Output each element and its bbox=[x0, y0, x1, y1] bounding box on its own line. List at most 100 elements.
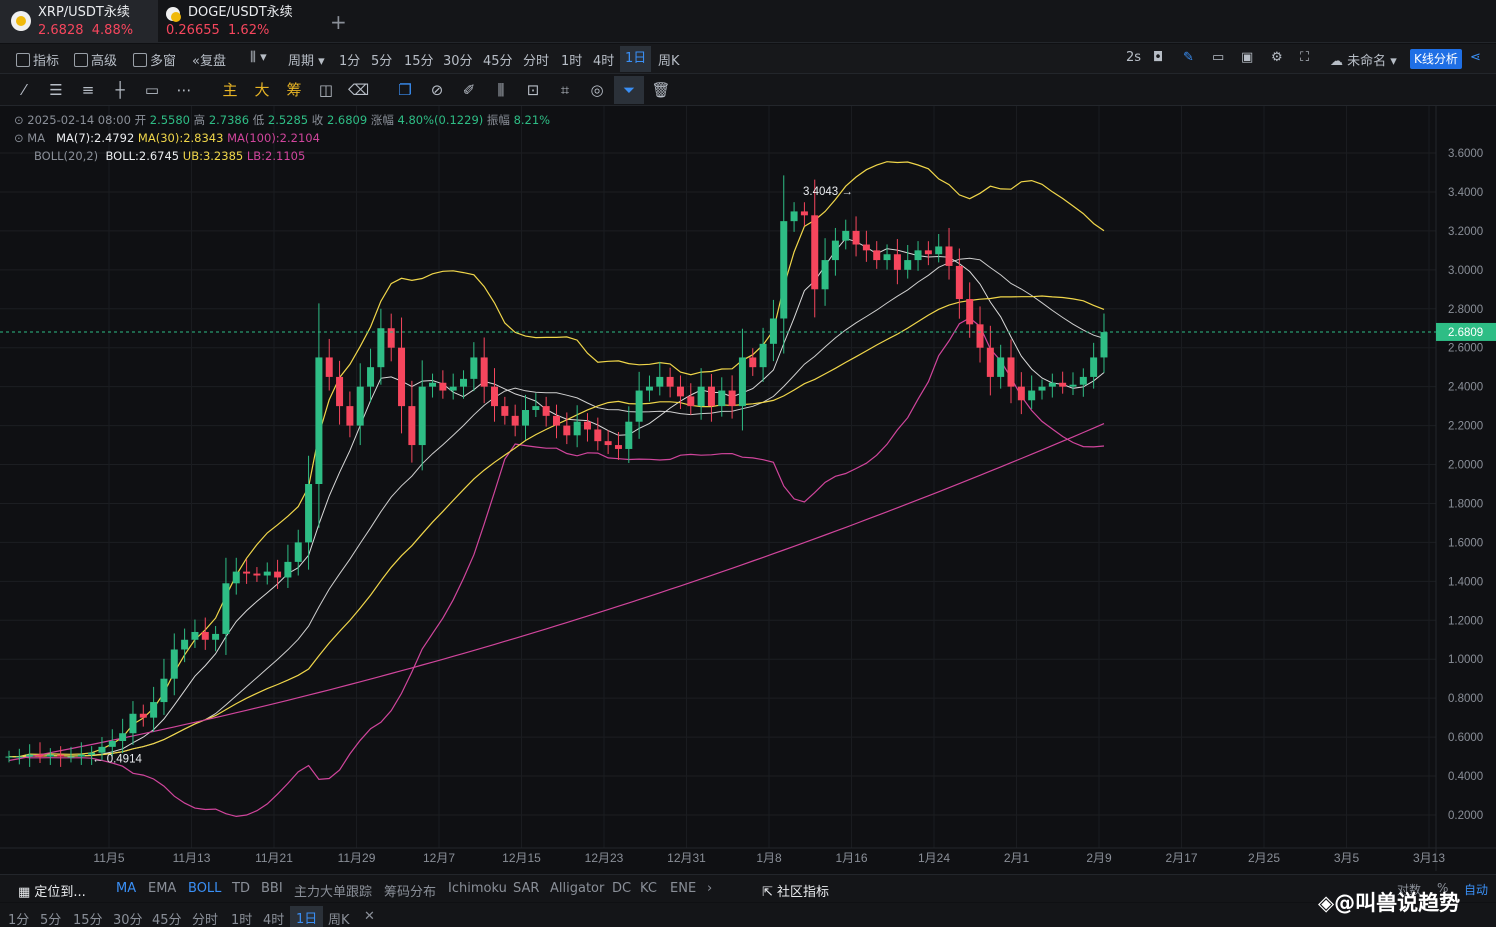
eraser-icon[interactable]: ⌫ bbox=[348, 80, 369, 100]
range-week[interactable]: 周K bbox=[328, 909, 350, 927]
interval-5m[interactable]: 5分 bbox=[371, 50, 392, 69]
copy-icon[interactable]: ❐ bbox=[395, 80, 415, 100]
parallel-lines-icon[interactable]: ☰ bbox=[46, 80, 66, 100]
candle-body bbox=[594, 429, 602, 442]
interval-timeshare[interactable]: 分时 bbox=[523, 50, 549, 69]
tab-xrp[interactable]: XRP/USDT永续 2.6828 4.88% bbox=[0, 0, 158, 43]
interval-1m[interactable]: 1分 bbox=[339, 50, 360, 69]
trendline-icon[interactable]: ⁄ bbox=[14, 80, 34, 100]
period-dropdown[interactable]: 周期 ▾ bbox=[288, 50, 325, 69]
layout-dropdown[interactable]: ☁ 未命名 ▾ bbox=[1330, 50, 1397, 69]
filter-icon[interactable]: ⏷ bbox=[614, 76, 644, 104]
advanced-button[interactable]: 高级 bbox=[74, 50, 117, 69]
candle-body bbox=[1017, 386, 1025, 401]
range-45m[interactable]: 45分 bbox=[152, 909, 182, 927]
interval-15m[interactable]: 15分 bbox=[404, 50, 434, 69]
auto-toggle[interactable]: 自动 bbox=[1464, 881, 1488, 898]
candle-body bbox=[1100, 332, 1108, 358]
ma-label: MA bbox=[27, 131, 46, 145]
replay-button[interactable]: «复盘 bbox=[192, 50, 226, 69]
ind-ema[interactable]: EMA bbox=[148, 881, 176, 896]
range-5m[interactable]: 5分 bbox=[40, 909, 61, 927]
candle-body bbox=[150, 702, 158, 718]
kline-chart[interactable]: 3.6000 3.4000 3.2000 3.0000 2.8000 2.6000 2.40… bbox=[0, 106, 1496, 871]
main-force-button[interactable]: 主 bbox=[220, 80, 240, 100]
watermark: ◈@叫兽说趋势 bbox=[1318, 891, 1461, 915]
save-icon[interactable]: ▣ bbox=[1241, 50, 1253, 65]
candle-body bbox=[914, 250, 922, 261]
candle-body bbox=[831, 240, 839, 261]
ind-sar[interactable]: SAR bbox=[513, 881, 539, 896]
camera-icon[interactable]: ◘ bbox=[1153, 50, 1163, 65]
magnet-icon[interactable]: ◎ bbox=[587, 80, 607, 100]
ma-toggle-icon[interactable]: ⊙ bbox=[14, 131, 24, 145]
add-tab-icon[interactable]: + bbox=[330, 10, 347, 34]
interval-4h[interactable]: 4时 bbox=[593, 50, 614, 69]
refresh-rate[interactable]: 2s bbox=[1126, 50, 1141, 65]
range-15m[interactable]: 15分 bbox=[73, 909, 103, 927]
ind-ma[interactable]: MA bbox=[116, 881, 136, 896]
trash-icon[interactable]: 🗑 bbox=[651, 80, 671, 100]
candle-body bbox=[1079, 376, 1087, 385]
horizontal-line-icon[interactable]: ┼ bbox=[110, 80, 130, 100]
chevron-right-icon[interactable]: › bbox=[707, 881, 712, 896]
candle-body bbox=[749, 357, 757, 368]
range-1h[interactable]: 1时 bbox=[231, 909, 252, 927]
ind-kc[interactable]: KC bbox=[640, 881, 657, 896]
pattern-icon[interactable]: ◫ bbox=[316, 80, 336, 100]
community-indicator-button[interactable]: ⇱ 社区指标 bbox=[762, 881, 829, 900]
ind-bbi[interactable]: BBI bbox=[261, 881, 283, 896]
interval-45m[interactable]: 45分 bbox=[483, 50, 513, 69]
ind-td[interactable]: TD bbox=[232, 881, 250, 896]
interval-30m[interactable]: 30分 bbox=[443, 50, 473, 69]
candle-body bbox=[986, 347, 994, 377]
candles-icon[interactable]: ⫼ bbox=[491, 80, 511, 100]
candle-body bbox=[780, 221, 788, 319]
interval-1d[interactable]: 1日 bbox=[620, 46, 652, 72]
chart-type-button[interactable]: ⫼ ▾ bbox=[250, 50, 267, 65]
collapse-icon[interactable]: ⊙ bbox=[14, 113, 24, 127]
range-4h[interactable]: 4时 bbox=[263, 909, 284, 927]
settings-icon[interactable]: ⚙ bbox=[1271, 50, 1283, 65]
rectangle-icon[interactable]: ▭ bbox=[142, 80, 162, 100]
amplitude-value: 8.21% bbox=[513, 113, 551, 127]
ind-ene[interactable]: ENE bbox=[670, 881, 696, 896]
share-icon[interactable]: ⋖ bbox=[1470, 50, 1481, 65]
xrp-coin-icon bbox=[11, 11, 31, 31]
tab-change: 1.62% bbox=[228, 23, 270, 38]
ind-boll[interactable]: BOLL bbox=[188, 881, 221, 896]
pen-icon[interactable]: ✎ bbox=[1183, 50, 1194, 65]
ind-chips[interactable]: 筹码分布 bbox=[384, 881, 436, 900]
date-tick: 12月15 bbox=[502, 851, 541, 865]
ind-alligator[interactable]: Alligator bbox=[550, 881, 604, 896]
kline-analysis-button[interactable]: K线分析 bbox=[1410, 49, 1462, 69]
range-30m[interactable]: 30分 bbox=[113, 909, 143, 927]
tab-doge[interactable]: DOGE/USDT永续 0.26655 1.62% bbox=[158, 0, 318, 43]
locate-button[interactable]: ▦ 定位到... bbox=[18, 881, 86, 900]
close-icon[interactable]: ✕ bbox=[364, 909, 375, 924]
interval-week[interactable]: 周K bbox=[658, 50, 680, 69]
candle-body bbox=[718, 390, 726, 407]
candle-body bbox=[356, 386, 364, 426]
note-icon[interactable]: ▭ bbox=[1212, 50, 1224, 65]
price-tick: 2.4000 bbox=[1448, 382, 1483, 394]
edit-icon[interactable]: ⌗ bbox=[555, 80, 575, 100]
brush-icon[interactable]: ✐ bbox=[459, 80, 479, 100]
lock-icon[interactable]: ⊡ bbox=[523, 80, 543, 100]
ind-dc[interactable]: DC bbox=[612, 881, 631, 896]
interval-1h[interactable]: 1时 bbox=[561, 50, 582, 69]
ruler-icon[interactable]: ⊘ bbox=[427, 80, 447, 100]
fullscreen-icon[interactable]: ⛶ bbox=[1300, 50, 1309, 65]
range-timeshare[interactable]: 分时 bbox=[192, 909, 218, 927]
channel-icon[interactable]: ≡ bbox=[78, 80, 98, 100]
ind-mainforce[interactable]: 主力大单跟踪 bbox=[294, 881, 372, 900]
big-order-button[interactable]: 大 bbox=[252, 80, 272, 100]
multi-window-button[interactable]: 多窗 bbox=[133, 50, 176, 69]
ind-ichimoku[interactable]: Ichimoku bbox=[448, 881, 507, 896]
indicator-button[interactable]: 指标 bbox=[16, 50, 59, 69]
range-1d[interactable]: 1日 bbox=[290, 906, 324, 927]
drawing-toolbar: ⁄ ☰ ≡ ┼ ▭ ⋯ 主 大 筹 ◫ ⌫ ❐ ⊘ ✐ ⫼ ⊡ ⌗ ◎ ⏷ 🗑 bbox=[0, 74, 1496, 106]
range-1m[interactable]: 1分 bbox=[8, 909, 29, 927]
chips-button[interactable]: 筹 bbox=[284, 80, 304, 100]
more-tools-icon[interactable]: ⋯ bbox=[174, 80, 194, 100]
